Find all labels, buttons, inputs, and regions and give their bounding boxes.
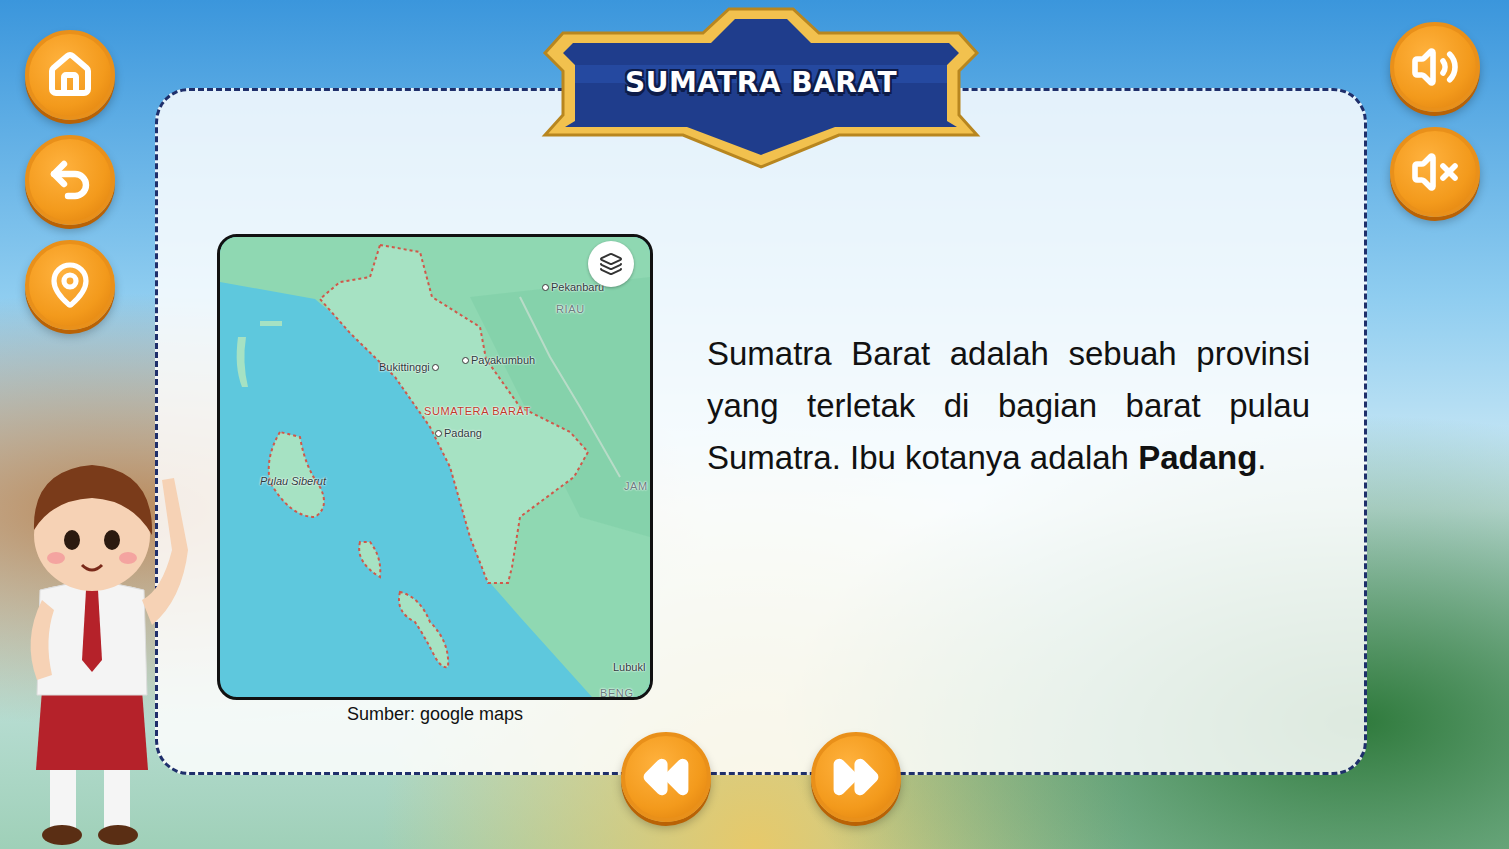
layers-button[interactable] xyxy=(588,241,634,287)
title-text: SUMATRA BARAT xyxy=(625,66,897,99)
lesson-screen: SUMATRA BARAT Pekanbaru RIAU Bukittinggi Pay… xyxy=(0,0,1509,849)
city-dot-icon xyxy=(462,357,469,364)
home-button[interactable] xyxy=(25,30,115,120)
map-label: JAM xyxy=(624,480,648,492)
city-dot-icon xyxy=(432,364,439,371)
page-navigation xyxy=(621,732,901,822)
rewind-icon xyxy=(641,752,691,802)
right-toolbar xyxy=(1367,0,1509,849)
sound-on-button[interactable] xyxy=(1390,22,1480,112)
map-pin-icon xyxy=(46,261,94,309)
back-arrow-icon xyxy=(46,156,94,204)
back-button[interactable] xyxy=(25,135,115,225)
map-label: Padang xyxy=(435,427,482,439)
student-character-icon xyxy=(12,440,192,849)
mute-button[interactable] xyxy=(1390,127,1480,217)
mute-speaker-icon xyxy=(1411,148,1459,196)
content-card: SUMATRA BARATPekanbaruRIAUBukittinggiPay… xyxy=(155,88,1367,775)
previous-button[interactable] xyxy=(621,732,711,822)
layers-icon xyxy=(599,252,623,276)
map-label: Payakumbuh xyxy=(462,354,535,366)
city-dot-icon xyxy=(542,284,549,291)
title-banner: SUMATRA BARAT xyxy=(539,3,983,171)
map-label: BENG xyxy=(600,687,634,699)
location-button[interactable] xyxy=(25,240,115,330)
next-button[interactable] xyxy=(811,732,901,822)
fast-forward-icon xyxy=(831,752,881,802)
map-label: Pekanbaru xyxy=(542,281,604,293)
city-dot-icon xyxy=(435,430,442,437)
home-icon xyxy=(46,51,94,99)
map-label: RIAU xyxy=(556,303,585,315)
map-view[interactable]: Pekanbaru RIAU Bukittinggi Payakumbuh SUMATE… xyxy=(217,234,653,700)
map-label: SUMATERA BARAT xyxy=(424,405,531,417)
map-label: Bukittinggi xyxy=(379,361,439,373)
map-label: Pulau Siberut xyxy=(260,475,326,487)
map-label: Lubukl xyxy=(613,661,645,673)
map-drawing-icon xyxy=(220,237,650,697)
map-caption: Sumber: google maps xyxy=(347,704,523,725)
description-text: Sumatra Barat adalah sebuah provinsi yan… xyxy=(707,328,1310,484)
map-figure: Pekanbaru RIAU Bukittinggi Payakumbuh SUMATE… xyxy=(217,234,653,725)
speaker-icon xyxy=(1411,43,1459,91)
